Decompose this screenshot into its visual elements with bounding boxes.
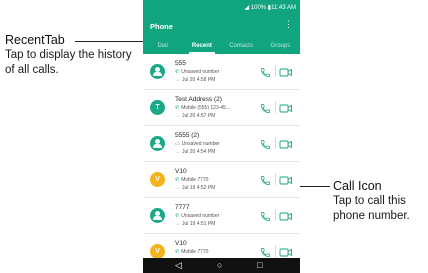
call-log-row[interactable]: 7777 ✆ Unsaved number → Jul 19 4:51 PM (143, 198, 300, 234)
app-title: Phone (150, 22, 173, 31)
divider (275, 245, 276, 257)
back-button[interactable]: ◁ (175, 260, 182, 271)
call-icon[interactable] (260, 137, 272, 149)
call-detail-text: Mobile 7770 (181, 177, 209, 183)
message-icon: ▭ (175, 141, 180, 147)
call-time: Jul 20 4:58 PM (182, 77, 216, 83)
call-time: Jul 20 4:57 PM (182, 113, 216, 119)
phone-icon: ✆ (175, 177, 180, 183)
call-detail-line: ✆ Mobile (555) 123-45... (175, 104, 255, 112)
recent-tab-callout: RecentTab Tap to display the history of … (5, 33, 133, 78)
avatar[interactable]: V (150, 172, 165, 187)
outgoing-arrow-icon: → (175, 149, 180, 155)
contact-name: 5555 (2) (175, 132, 200, 139)
call-time-line: → Jul 19 4:52 PM (175, 184, 255, 192)
outgoing-arrow-icon: → (175, 77, 180, 83)
call-time-line: → Jul 19 4:51 PM (175, 220, 255, 228)
navigation-bar: ◁ ○ □ (143, 258, 300, 273)
call-time: Jul 19 4:51 PM (182, 221, 216, 227)
avatar[interactable]: T (150, 100, 165, 115)
avatar[interactable]: V (150, 244, 165, 259)
video-call-icon[interactable] (279, 101, 293, 113)
status-text: ◢ 100% ▮11:43 AM (244, 5, 296, 11)
phone-icon: ✆ (175, 213, 180, 219)
tab-groups[interactable]: Groups (261, 40, 300, 54)
call-time: Jul 20 4:54 PM (182, 149, 216, 155)
contact-name: 7777 (175, 204, 190, 211)
person-icon[interactable] (150, 208, 165, 223)
call-detail-text: Mobile 7770 (181, 249, 209, 255)
call-detail-text: Unsaved number (181, 213, 220, 219)
contact-name: Test Address (2) (175, 96, 222, 103)
video-call-icon[interactable] (279, 137, 293, 149)
call-log-row[interactable]: V V10 ✆ Mobile 7770 → Jul 19 4:52 PM (143, 162, 300, 198)
recents-button[interactable]: □ (257, 260, 262, 271)
phone-icon: ✆ (175, 249, 180, 255)
person-icon[interactable] (150, 136, 165, 151)
divider (275, 209, 276, 221)
call-time: Jul 19 4:52 PM (182, 185, 216, 191)
call-detail-text: Unsaved number (181, 69, 220, 75)
divider (275, 137, 276, 149)
tab-dial[interactable]: Dial (143, 40, 182, 54)
recent-tab-callout-desc: Tap to display the history of all calls. (5, 49, 132, 76)
divider (275, 173, 276, 185)
call-info: 555 ✆ Unsaved number → Jul 20 4:58 PM (175, 59, 255, 84)
tab-recent[interactable]: Recent (182, 40, 221, 54)
call-time-line: → Jul 20 4:57 PM (175, 112, 255, 120)
call-info: V10 ✆ Mobile 7770 (175, 239, 255, 256)
call-detail-line: ✆ Unsaved number (175, 68, 255, 76)
call-time-line: → Jul 20 4:58 PM (175, 76, 255, 84)
more-options-icon[interactable]: ⋮ (284, 20, 293, 29)
home-button[interactable]: ○ (217, 260, 222, 271)
app-bar: Phone ⋮ Dial Recent Contacts Groups (143, 14, 300, 54)
call-info: 5555 (2) ▭ Unsaved number → Jul 20 4:54 PM (175, 131, 255, 156)
call-info: 7777 ✆ Unsaved number → Jul 19 4:51 PM (175, 203, 255, 228)
call-time-line: → Jul 20 4:54 PM (175, 148, 255, 156)
call-detail-line: ▭ Unsaved number (175, 140, 255, 148)
phone-icon: ✆ (175, 105, 180, 111)
divider (275, 101, 276, 113)
status-bar: ◢ 100% ▮11:43 AM (143, 0, 300, 14)
call-detail-line: ✆ Unsaved number (175, 212, 255, 220)
video-call-icon[interactable] (279, 173, 293, 185)
call-detail-text: Mobile (555) 123-45... (181, 105, 231, 111)
call-log-row[interactable]: 5555 (2) ▭ Unsaved number → Jul 20 4:54 PM (143, 126, 300, 162)
call-detail-line: ✆ Mobile 7770 (175, 176, 255, 184)
contact-name: V10 (175, 168, 187, 175)
call-icon[interactable] (260, 65, 272, 77)
tab-contacts[interactable]: Contacts (222, 40, 261, 54)
video-call-icon[interactable] (279, 209, 293, 221)
outgoing-arrow-icon: → (175, 113, 180, 119)
call-info: V10 ✆ Mobile 7770 → Jul 19 4:52 PM (175, 167, 255, 192)
contact-name: 555 (175, 60, 186, 67)
tab-bar: Dial Recent Contacts Groups (143, 40, 300, 54)
phone-screen: ◢ 100% ▮11:43 AM Phone ⋮ Dial Recent Con… (143, 0, 300, 273)
call-info: Test Address (2) ✆ Mobile (555) 123-45... →… (175, 95, 255, 120)
call-log-row[interactable]: 555 ✆ Unsaved number → Jul 20 4:58 PM (143, 54, 300, 90)
call-icon-callout-title: Call Icon (333, 179, 382, 193)
call-detail-text: Unsaved number (181, 141, 220, 147)
recent-calls-list: 555 ✆ Unsaved number → Jul 20 4:58 PM T Test A… (143, 54, 300, 270)
video-call-icon[interactable] (279, 245, 293, 257)
call-log-row[interactable]: T Test Address (2) ✆ Mobile (555) 123-45...… (143, 90, 300, 126)
person-icon[interactable] (150, 64, 165, 79)
contact-name: V10 (175, 240, 187, 247)
video-call-icon[interactable] (279, 65, 293, 77)
phone-icon: ✆ (175, 69, 180, 75)
call-icon[interactable] (260, 209, 272, 221)
call-icon[interactable] (260, 245, 272, 257)
outgoing-arrow-icon: → (175, 221, 180, 227)
call-icon-callout-desc: Tap to call this phone number. (333, 195, 410, 222)
divider (275, 65, 276, 77)
call-icon[interactable] (260, 101, 272, 113)
call-detail-line: ✆ Mobile 7770 (175, 248, 255, 256)
outgoing-arrow-icon: → (175, 185, 180, 191)
call-icon[interactable] (260, 173, 272, 185)
call-icon-callout: Call Icon Tap to call this phone number. (333, 179, 427, 224)
